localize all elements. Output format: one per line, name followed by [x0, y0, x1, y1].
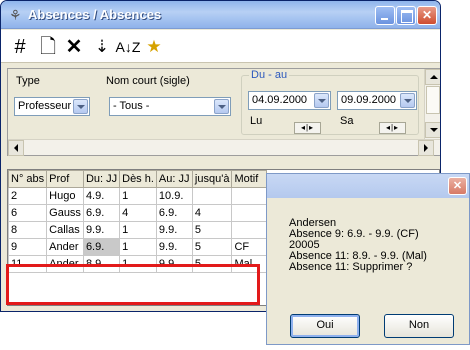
selected-table-cell[interactable]: 6.9. — [82, 238, 121, 256]
date-from-spinner[interactable]: ◂|▸ — [294, 122, 321, 134]
close-icon[interactable]: ✕ — [448, 177, 467, 195]
table-row[interactable]: 8 Callas 9.9. 1 9.9. 5 — [7, 221, 268, 239]
toolbar: # 🗋 ✕ ⇣ A↓Z ★ — [1, 30, 440, 63]
table-cell[interactable]: Gauss — [46, 204, 84, 222]
table-header-row: N° abs Prof Du: JJ Dès h. Au: JJ jusqu'à… — [7, 170, 268, 188]
dialog-line: Absence 11: Supprimer ? — [289, 261, 413, 273]
date-to-select[interactable]: 09.09.2000 — [337, 91, 417, 110]
table-cell[interactable]: 8 — [7, 221, 48, 239]
date-from-value: 04.09.2000 — [252, 94, 308, 106]
table-cell[interactable]: 6.9. — [82, 204, 121, 222]
chevron-down-icon[interactable] — [400, 93, 415, 108]
table-cell[interactable]: 6 — [7, 204, 48, 222]
column-header[interactable]: Du: JJ — [82, 170, 121, 188]
table-cell[interactable]: 4 — [191, 204, 233, 222]
column-header[interactable]: Prof — [46, 170, 84, 188]
dialog-message: Andersen Absence 9: 6.9. - 9.9. (CF) 200… — [289, 218, 467, 273]
table-cell[interactable]: 11 — [7, 255, 48, 273]
minimize-button[interactable] — [375, 6, 395, 25]
maximize-button[interactable] — [396, 6, 416, 25]
chevron-down-icon[interactable] — [73, 99, 88, 114]
table-cell[interactable] — [231, 204, 268, 222]
app-icon: ⚘ — [9, 7, 22, 23]
table-cell[interactable]: 9.9. — [155, 221, 193, 239]
table-cell[interactable] — [191, 187, 233, 205]
title-bar[interactable]: ⚘ Absences / Absences ✕ — [1, 1, 440, 29]
scroll-down-icon[interactable] — [425, 122, 440, 138]
delete-icon[interactable]: ✕ — [61, 34, 87, 60]
date-from-select[interactable]: 04.09.2000 — [248, 91, 331, 110]
table-cell[interactable]: Ander — [46, 238, 84, 256]
table-row[interactable]: 9 Ander 6.9. 1 9.9. 5 CF — [7, 238, 268, 256]
yes-button[interactable]: Oui — [290, 314, 360, 338]
table-cell[interactable]: 9 — [7, 238, 48, 256]
date-to-spinner[interactable]: ◂|▸ — [379, 122, 406, 134]
filter-horizontal-scrollbar[interactable] — [8, 139, 440, 156]
short-name-select[interactable]: - Tous - — [109, 97, 231, 116]
table-cell[interactable]: 6.9. — [155, 204, 193, 222]
column-header[interactable]: Dès h. — [119, 170, 157, 188]
dialog-title-bar[interactable]: ✕ — [267, 174, 469, 198]
table-cell[interactable]: 1 — [119, 238, 157, 256]
table-cell[interactable]: 10.9. — [155, 187, 193, 205]
table-cell[interactable]: 5 — [191, 238, 233, 256]
short-name-select-value: - Tous - — [113, 100, 150, 112]
date-to-value: 09.09.2000 — [341, 94, 397, 106]
table-cell[interactable]: 9.9. — [82, 221, 121, 239]
table-cell[interactable]: 4 — [119, 204, 157, 222]
scroll-right-icon[interactable] — [418, 140, 434, 156]
column-header[interactable]: N° abs — [7, 170, 48, 188]
chevron-down-icon[interactable] — [314, 93, 329, 108]
date-range-label: Du - au — [249, 69, 290, 81]
table-row[interactable]: 6 Gauss 6.9. 4 6.9. 4 — [7, 204, 268, 222]
table-cell[interactable]: Mal — [231, 255, 268, 273]
column-header[interactable]: Motif — [231, 170, 268, 188]
scroll-up-icon[interactable] — [425, 69, 440, 85]
close-button[interactable]: ✕ — [417, 6, 437, 25]
type-label: Type — [16, 75, 40, 87]
confirm-delete-dialog: ✕ Andersen Absence 9: 6.9. - 9.9. (CF) 2… — [266, 173, 470, 345]
table-cell[interactable] — [231, 221, 268, 239]
table-cell[interactable]: 5 — [191, 221, 233, 239]
scroll-left-icon[interactable] — [8, 140, 24, 156]
table-cell[interactable]: 9.9. — [155, 255, 193, 273]
sort-color-icon[interactable]: ★ — [141, 34, 167, 60]
table-cell[interactable]: 9.9. — [155, 238, 193, 256]
table-cell[interactable]: 4.9. — [82, 187, 121, 205]
table-cell[interactable]: 8.9. — [82, 255, 121, 273]
table-cell[interactable]: Hugo — [46, 187, 84, 205]
day-to-label: Sa — [340, 115, 354, 127]
scroll-thumb[interactable] — [426, 86, 440, 114]
table-cell[interactable]: 1 — [119, 255, 157, 273]
import-icon[interactable]: ⇣ — [89, 34, 115, 60]
sort-az-icon[interactable]: A↓Z — [115, 34, 141, 60]
type-select-value: Professeur — [18, 100, 72, 112]
table-row[interactable]: 2 Hugo 4.9. 1 10.9. — [7, 187, 268, 205]
table-cell[interactable]: 5 — [191, 255, 233, 273]
filter-panel: Type Professeur Nom court (sigle) - Tous… — [7, 68, 440, 156]
table-cell[interactable]: Callas — [46, 221, 84, 239]
new-document-icon[interactable]: 🗋 — [35, 34, 61, 60]
no-button[interactable]: Non — [384, 314, 454, 338]
window-title: Absences / Absences — [28, 7, 162, 22]
chevron-down-icon[interactable] — [214, 99, 229, 114]
short-name-label: Nom court (sigle) — [106, 75, 190, 87]
table-cell[interactable]: 1 — [119, 187, 157, 205]
table-cell[interactable]: Ander — [46, 255, 84, 273]
grid-icon[interactable]: # — [7, 34, 33, 60]
table-row[interactable]: 11 Ander 8.9. 1 9.9. 5 Mal — [7, 255, 268, 273]
type-select[interactable]: Professeur — [14, 97, 90, 116]
table-cell[interactable]: 2 — [7, 187, 48, 205]
table-cell[interactable] — [231, 187, 268, 205]
table-cell[interactable]: 1 — [119, 221, 157, 239]
column-header[interactable]: jusqu'à — [191, 170, 233, 188]
column-header[interactable]: Au: JJ — [155, 170, 193, 188]
table-cell[interactable]: CF — [231, 238, 268, 256]
day-from-label: Lu — [250, 115, 263, 127]
filter-vertical-scrollbar[interactable] — [424, 69, 440, 139]
